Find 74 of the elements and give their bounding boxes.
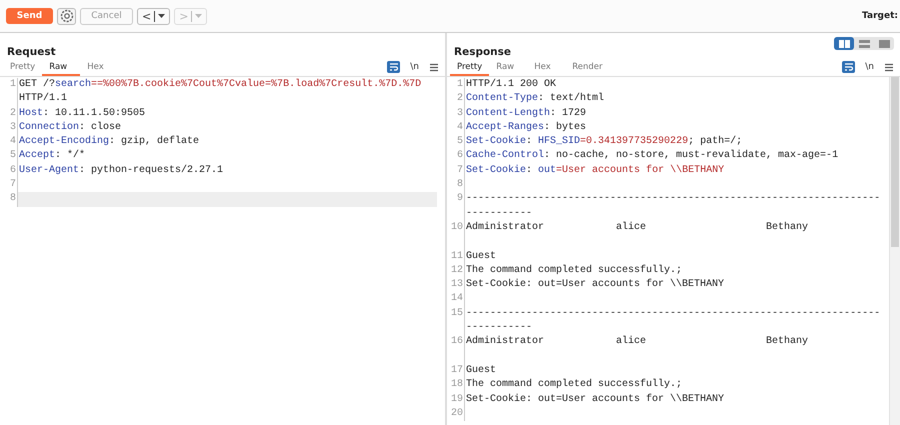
rows-icon xyxy=(858,40,870,48)
menu-icon[interactable] xyxy=(884,62,894,72)
code-text: : xyxy=(526,136,534,148)
caret-icon xyxy=(195,13,202,19)
code-text: : gzip, deflate xyxy=(109,136,200,148)
newline-toggle[interactable]: \n xyxy=(410,62,419,72)
code-text: Host xyxy=(19,108,44,119)
code-text: : no-cache, no-store, must-revalidate, max-age=-1 xyxy=(544,150,838,162)
code-text: ----------- xyxy=(466,322,532,334)
panel-title: Response xyxy=(454,46,512,58)
code-text: Guest xyxy=(466,250,496,262)
newline-toggle[interactable]: \n xyxy=(865,62,874,72)
code-text: Accept-Ranges xyxy=(466,122,544,133)
code-text: GET /? xyxy=(19,79,56,90)
panel-title: Request xyxy=(7,46,56,58)
code-text: HTTP/1.1 xyxy=(19,93,68,104)
settings-icon xyxy=(60,9,74,23)
editor-tab[interactable]: Pretty xyxy=(450,62,490,76)
code-text: =User accounts for \\BETHANY xyxy=(556,164,724,176)
code-text: Administrator alice Bethany xyxy=(466,336,808,348)
code-text: Cache-Control xyxy=(466,150,544,162)
code-text: Accept xyxy=(19,150,56,162)
square-icon xyxy=(878,40,890,48)
code-text: =0.341397735290229 xyxy=(580,136,688,148)
code-text: HFS_SID xyxy=(538,136,580,148)
code-text: Set-Cookie xyxy=(466,164,526,176)
code-text: Administrator alice Bethany xyxy=(466,222,808,233)
caret-icon xyxy=(158,13,166,19)
settings-button[interactable] xyxy=(57,8,76,24)
code-text: : text/html xyxy=(538,93,604,104)
editor-tab[interactable]: Raw xyxy=(489,62,528,76)
line-number: 8 xyxy=(0,192,18,207)
wrap-icon xyxy=(388,62,399,72)
code-text: : 1729 xyxy=(550,108,586,119)
code-text: Content-Length xyxy=(466,108,550,119)
code-text: Connection xyxy=(19,122,80,133)
menu-icon[interactable] xyxy=(429,62,439,72)
code-text: The command completed successfully.; xyxy=(466,264,682,276)
code-text: ; path=/; xyxy=(688,136,742,148)
code-text: : xyxy=(526,164,534,176)
editor-tab[interactable]: Pretty xyxy=(3,62,42,76)
wrap-icon xyxy=(844,62,854,72)
code-text: : bytes xyxy=(544,122,586,133)
editor-tab[interactable]: Raw xyxy=(42,62,80,76)
split-view-button[interactable] xyxy=(834,37,854,50)
code-text: : python-requests/2.27.1 xyxy=(79,164,224,176)
code-text: : close xyxy=(79,122,122,133)
code-text: The command completed successfully.; xyxy=(466,379,682,390)
code-text: search xyxy=(55,79,92,90)
editor-tab[interactable]: Hex xyxy=(527,62,566,76)
code-text: HTTP/1.1 200 OK xyxy=(466,79,556,90)
code-text: ==%00%7B.cookie%7Cout%7Cvalue=%7B.load%7Cresult.%7D.%7D xyxy=(91,79,422,90)
code-text: Set-Cookie: out=User accounts for \\BETHANY xyxy=(466,394,724,405)
code-text: --------------------------------------------------------------------- xyxy=(466,308,880,319)
code-text: ----------- xyxy=(466,208,532,219)
code-text: out xyxy=(538,164,556,176)
back-button[interactable]: < xyxy=(137,8,170,24)
scrollbar[interactable] xyxy=(889,77,900,425)
editor-tab[interactable]: Hex xyxy=(80,62,118,76)
editor-tab[interactable]: Render xyxy=(565,62,610,76)
code-text: Set-Cookie xyxy=(466,136,526,148)
code-text: : 10.11.1.50:9505 xyxy=(43,108,146,119)
code-text: User-Agent xyxy=(19,164,80,176)
send-button[interactable]: Send xyxy=(6,8,53,24)
columns-icon xyxy=(838,40,850,48)
code-text: Content-Type xyxy=(466,93,538,104)
code-text: Guest xyxy=(466,364,496,376)
code-text: Accept-Encoding xyxy=(19,136,110,148)
code-text: Set-Cookie: out=User accounts for \\BETHANY xyxy=(466,279,724,290)
target-label: Target: xyxy=(862,11,899,21)
wrap-lines-button[interactable] xyxy=(387,61,400,73)
code-text: --------------------------------------------------------------------- xyxy=(466,193,880,204)
code-text: : */* xyxy=(55,150,86,162)
wrap-lines-button[interactable] xyxy=(842,61,856,73)
